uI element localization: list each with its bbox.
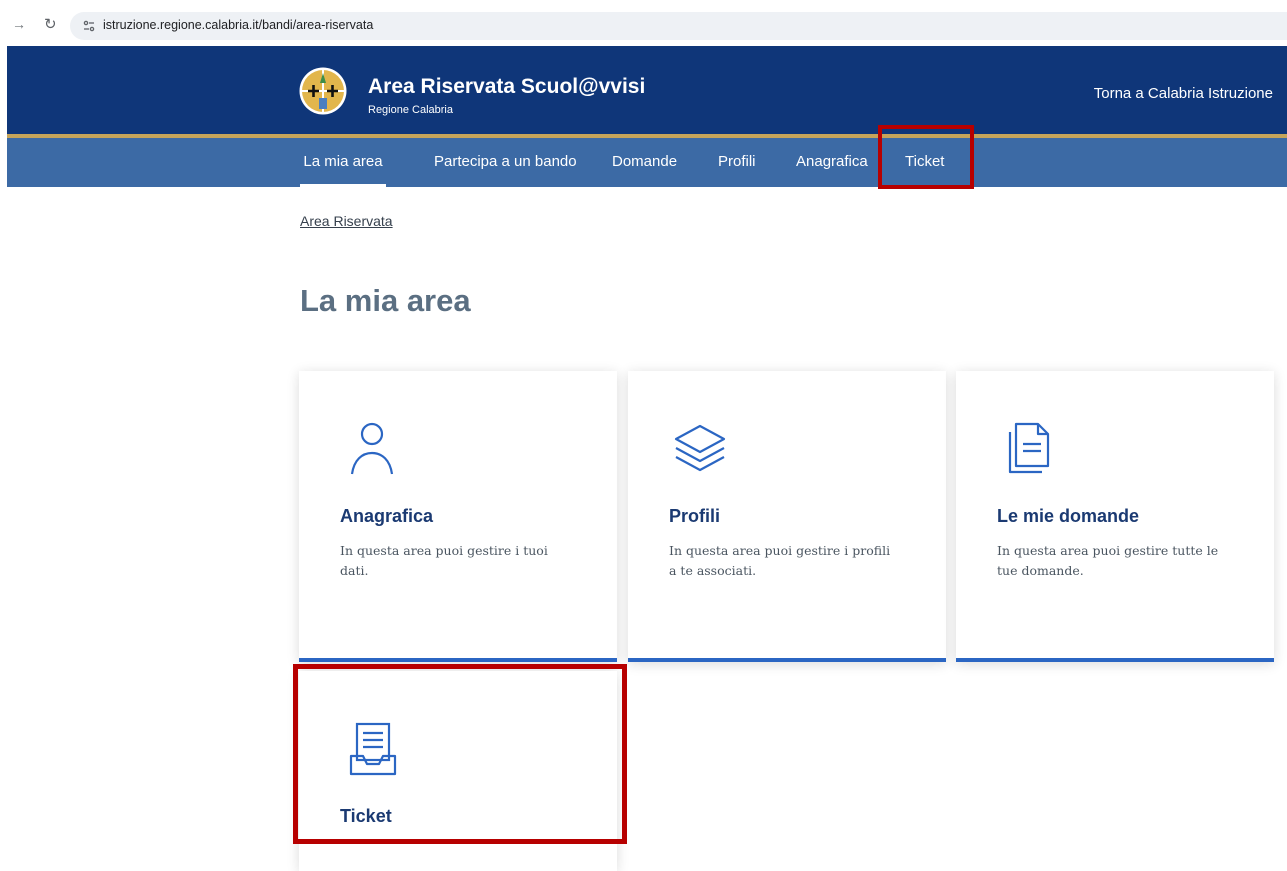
card-accent-bar bbox=[956, 658, 1274, 662]
nav-item-anagrafica[interactable]: Anagrafica bbox=[796, 138, 868, 187]
user-icon bbox=[350, 422, 394, 475]
card-le-mie-domande[interactable]: Le mie domande In questa area puoi gesti… bbox=[956, 371, 1274, 662]
browser-toolbar: → ↻ istruzione.regione.calabria.it/bandi… bbox=[0, 0, 1287, 50]
site-subtitle: Regione Calabria bbox=[368, 104, 453, 116]
url-text[interactable]: istruzione.regione.calabria.it/bandi/are… bbox=[103, 18, 373, 32]
highlight-box-card-ticket bbox=[293, 664, 627, 844]
nav-item-domande[interactable]: Domande bbox=[612, 138, 677, 187]
main-nav: La mia area Partecipa a un bando Domande… bbox=[7, 138, 1287, 187]
nav-item-la-mia-area[interactable]: La mia area bbox=[300, 138, 386, 187]
site-settings-icon[interactable] bbox=[83, 18, 95, 34]
nav-item-profili[interactable]: Profili bbox=[718, 138, 756, 187]
nav-item-partecipa-a-un-bando[interactable]: Partecipa a un bando bbox=[434, 138, 577, 187]
card-description: In questa area puoi gestire i tuoi dati. bbox=[340, 543, 548, 578]
card-accent-bar bbox=[628, 658, 946, 662]
card-accent-bar bbox=[299, 658, 617, 662]
reload-icon[interactable]: ↻ bbox=[44, 15, 57, 33]
layers-icon bbox=[674, 424, 726, 472]
card-title: Anagrafica bbox=[340, 506, 434, 526]
documents-icon bbox=[1008, 422, 1050, 474]
card-anagrafica[interactable]: Anagrafica In questa area puoi gestire i… bbox=[299, 371, 617, 662]
highlight-box-nav-ticket bbox=[878, 125, 974, 189]
back-to-calabria-istruzione-link[interactable]: Torna a Calabria Istruzione bbox=[1094, 85, 1273, 102]
site-title[interactable]: Area Riservata Scuol@vvisi bbox=[368, 75, 645, 99]
card-title: Le mie domande bbox=[997, 506, 1140, 526]
address-bar[interactable]: istruzione.regione.calabria.it/bandi/are… bbox=[70, 12, 1287, 40]
breadcrumb-area-riservata[interactable]: Area Riservata bbox=[300, 213, 393, 229]
card-description: In questa area puoi gestire i profili a … bbox=[669, 543, 891, 578]
back-arrow-icon[interactable]: → bbox=[12, 16, 26, 32]
card-profili[interactable]: Profili In questa area puoi gestire i pr… bbox=[628, 371, 946, 662]
page-title: La mia area bbox=[300, 283, 471, 318]
site-header: Area Riservata Scuol@vvisi Regione Calab… bbox=[7, 46, 1287, 134]
card-description: In questa area puoi gestire tutte le tue… bbox=[997, 543, 1219, 578]
card-title: Profili bbox=[669, 506, 721, 526]
regione-calabria-logo[interactable] bbox=[299, 67, 347, 115]
